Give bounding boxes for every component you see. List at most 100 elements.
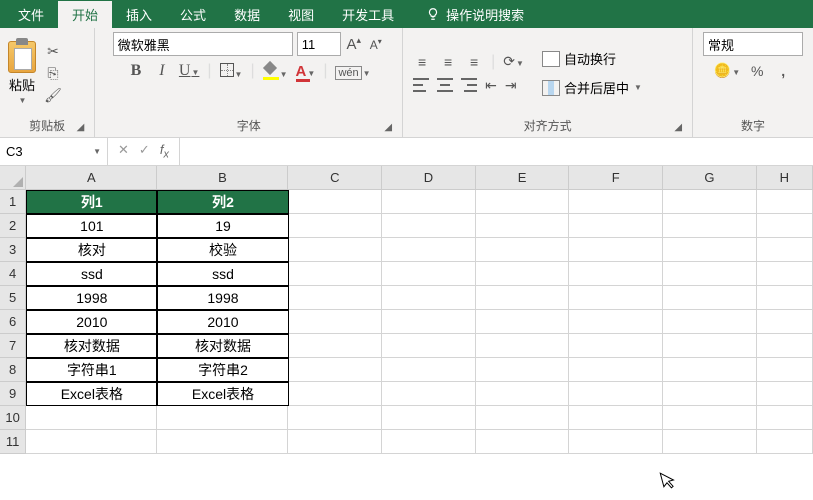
cell[interactable]: [382, 190, 476, 214]
cell[interactable]: [569, 430, 663, 454]
cell[interactable]: 101: [26, 214, 157, 238]
align-center-button[interactable]: [437, 78, 453, 92]
cell[interactable]: [476, 190, 570, 214]
cell[interactable]: [476, 358, 570, 382]
fx-button[interactable]: fx: [160, 142, 169, 161]
row-header[interactable]: 6: [0, 310, 26, 334]
cell[interactable]: [663, 190, 757, 214]
cell[interactable]: [569, 310, 663, 334]
cell[interactable]: 字符串2: [157, 358, 288, 382]
cell[interactable]: [289, 262, 383, 286]
cell[interactable]: ssd: [26, 262, 157, 286]
cell[interactable]: [288, 406, 382, 430]
cell[interactable]: 校验: [157, 238, 288, 262]
cell[interactable]: [663, 310, 757, 334]
cell[interactable]: 1998: [26, 286, 157, 310]
cell[interactable]: [289, 190, 383, 214]
cell[interactable]: [476, 214, 570, 238]
cell[interactable]: [663, 262, 757, 286]
cell[interactable]: [569, 190, 663, 214]
cell[interactable]: [382, 262, 476, 286]
cell[interactable]: 2010: [26, 310, 157, 334]
cell[interactable]: [757, 190, 813, 214]
cell[interactable]: [382, 430, 476, 454]
cut-button[interactable]: ✂: [44, 42, 62, 60]
phonetic-button[interactable]: wén▼: [335, 63, 370, 79]
menu-file[interactable]: 文件: [4, 1, 58, 28]
fill-color-button[interactable]: ▼: [263, 63, 288, 80]
cell[interactable]: [382, 214, 476, 238]
cell[interactable]: [289, 334, 383, 358]
cell[interactable]: [757, 406, 813, 430]
menu-tell-me[interactable]: 操作说明搜索: [412, 1, 538, 28]
cell[interactable]: [476, 382, 570, 406]
cell[interactable]: [289, 238, 383, 262]
cell[interactable]: 字符串1: [26, 358, 157, 382]
cell[interactable]: 1998: [157, 286, 288, 310]
col-header-E[interactable]: E: [476, 166, 570, 190]
cell[interactable]: [476, 406, 570, 430]
cell[interactable]: [157, 430, 288, 454]
cell[interactable]: [569, 286, 663, 310]
cell[interactable]: [382, 382, 476, 406]
col-header-G[interactable]: G: [663, 166, 757, 190]
cell[interactable]: [382, 286, 476, 310]
merge-center-button[interactable]: 合并后居中▼: [538, 76, 646, 99]
menu-data[interactable]: 数据: [220, 1, 274, 28]
cell[interactable]: 19: [157, 214, 288, 238]
row-header[interactable]: 1: [0, 190, 26, 214]
cell[interactable]: Excel表格: [26, 382, 157, 406]
cell[interactable]: [289, 358, 383, 382]
cell[interactable]: [757, 430, 813, 454]
formula-input[interactable]: [179, 138, 813, 165]
cell[interactable]: 核对数据: [157, 334, 288, 358]
row-header[interactable]: 2: [0, 214, 26, 238]
cell[interactable]: [569, 238, 663, 262]
cell[interactable]: [757, 358, 813, 382]
enter-formula-button[interactable]: ✓: [139, 142, 150, 161]
cell[interactable]: [382, 358, 476, 382]
cell[interactable]: [663, 214, 757, 238]
cell[interactable]: [663, 286, 757, 310]
cell[interactable]: [476, 286, 570, 310]
cell[interactable]: [663, 358, 757, 382]
cell[interactable]: [757, 214, 813, 238]
cell[interactable]: [289, 286, 383, 310]
cell[interactable]: [663, 334, 757, 358]
bold-button[interactable]: B: [127, 62, 145, 80]
cell[interactable]: [382, 406, 476, 430]
col-header-B[interactable]: B: [157, 166, 288, 190]
decrease-indent-button[interactable]: ⇤: [485, 77, 497, 94]
accounting-format-button[interactable]: 🪙▼: [714, 62, 740, 79]
cell[interactable]: [757, 310, 813, 334]
cell[interactable]: [757, 382, 813, 406]
row-header[interactable]: 11: [0, 430, 26, 454]
cell[interactable]: [663, 430, 757, 454]
cell[interactable]: [569, 334, 663, 358]
cell[interactable]: Excel表格: [157, 382, 288, 406]
align-middle-button[interactable]: ≡: [439, 54, 457, 70]
format-painter-button[interactable]: 🖌: [44, 86, 62, 104]
row-header[interactable]: 8: [0, 358, 26, 382]
cell[interactable]: [569, 406, 663, 430]
cell[interactable]: [569, 214, 663, 238]
cell[interactable]: [476, 310, 570, 334]
menu-view[interactable]: 视图: [274, 1, 328, 28]
cell[interactable]: [663, 406, 757, 430]
col-header-H[interactable]: H: [757, 166, 813, 190]
cell[interactable]: [757, 238, 813, 262]
menu-formula[interactable]: 公式: [166, 1, 220, 28]
align-top-button[interactable]: ≡: [413, 54, 431, 70]
cell[interactable]: [663, 382, 757, 406]
cell[interactable]: [569, 382, 663, 406]
row-header[interactable]: 5: [0, 286, 26, 310]
align-launcher[interactable]: ◢: [674, 122, 682, 133]
cell[interactable]: [157, 406, 288, 430]
name-box[interactable]: C3▼: [0, 138, 108, 165]
row-header[interactable]: 10: [0, 406, 26, 430]
underline-button[interactable]: U▼: [179, 62, 199, 80]
cell[interactable]: [476, 262, 570, 286]
cell[interactable]: [26, 430, 157, 454]
cell[interactable]: [757, 286, 813, 310]
cell[interactable]: [289, 310, 383, 334]
